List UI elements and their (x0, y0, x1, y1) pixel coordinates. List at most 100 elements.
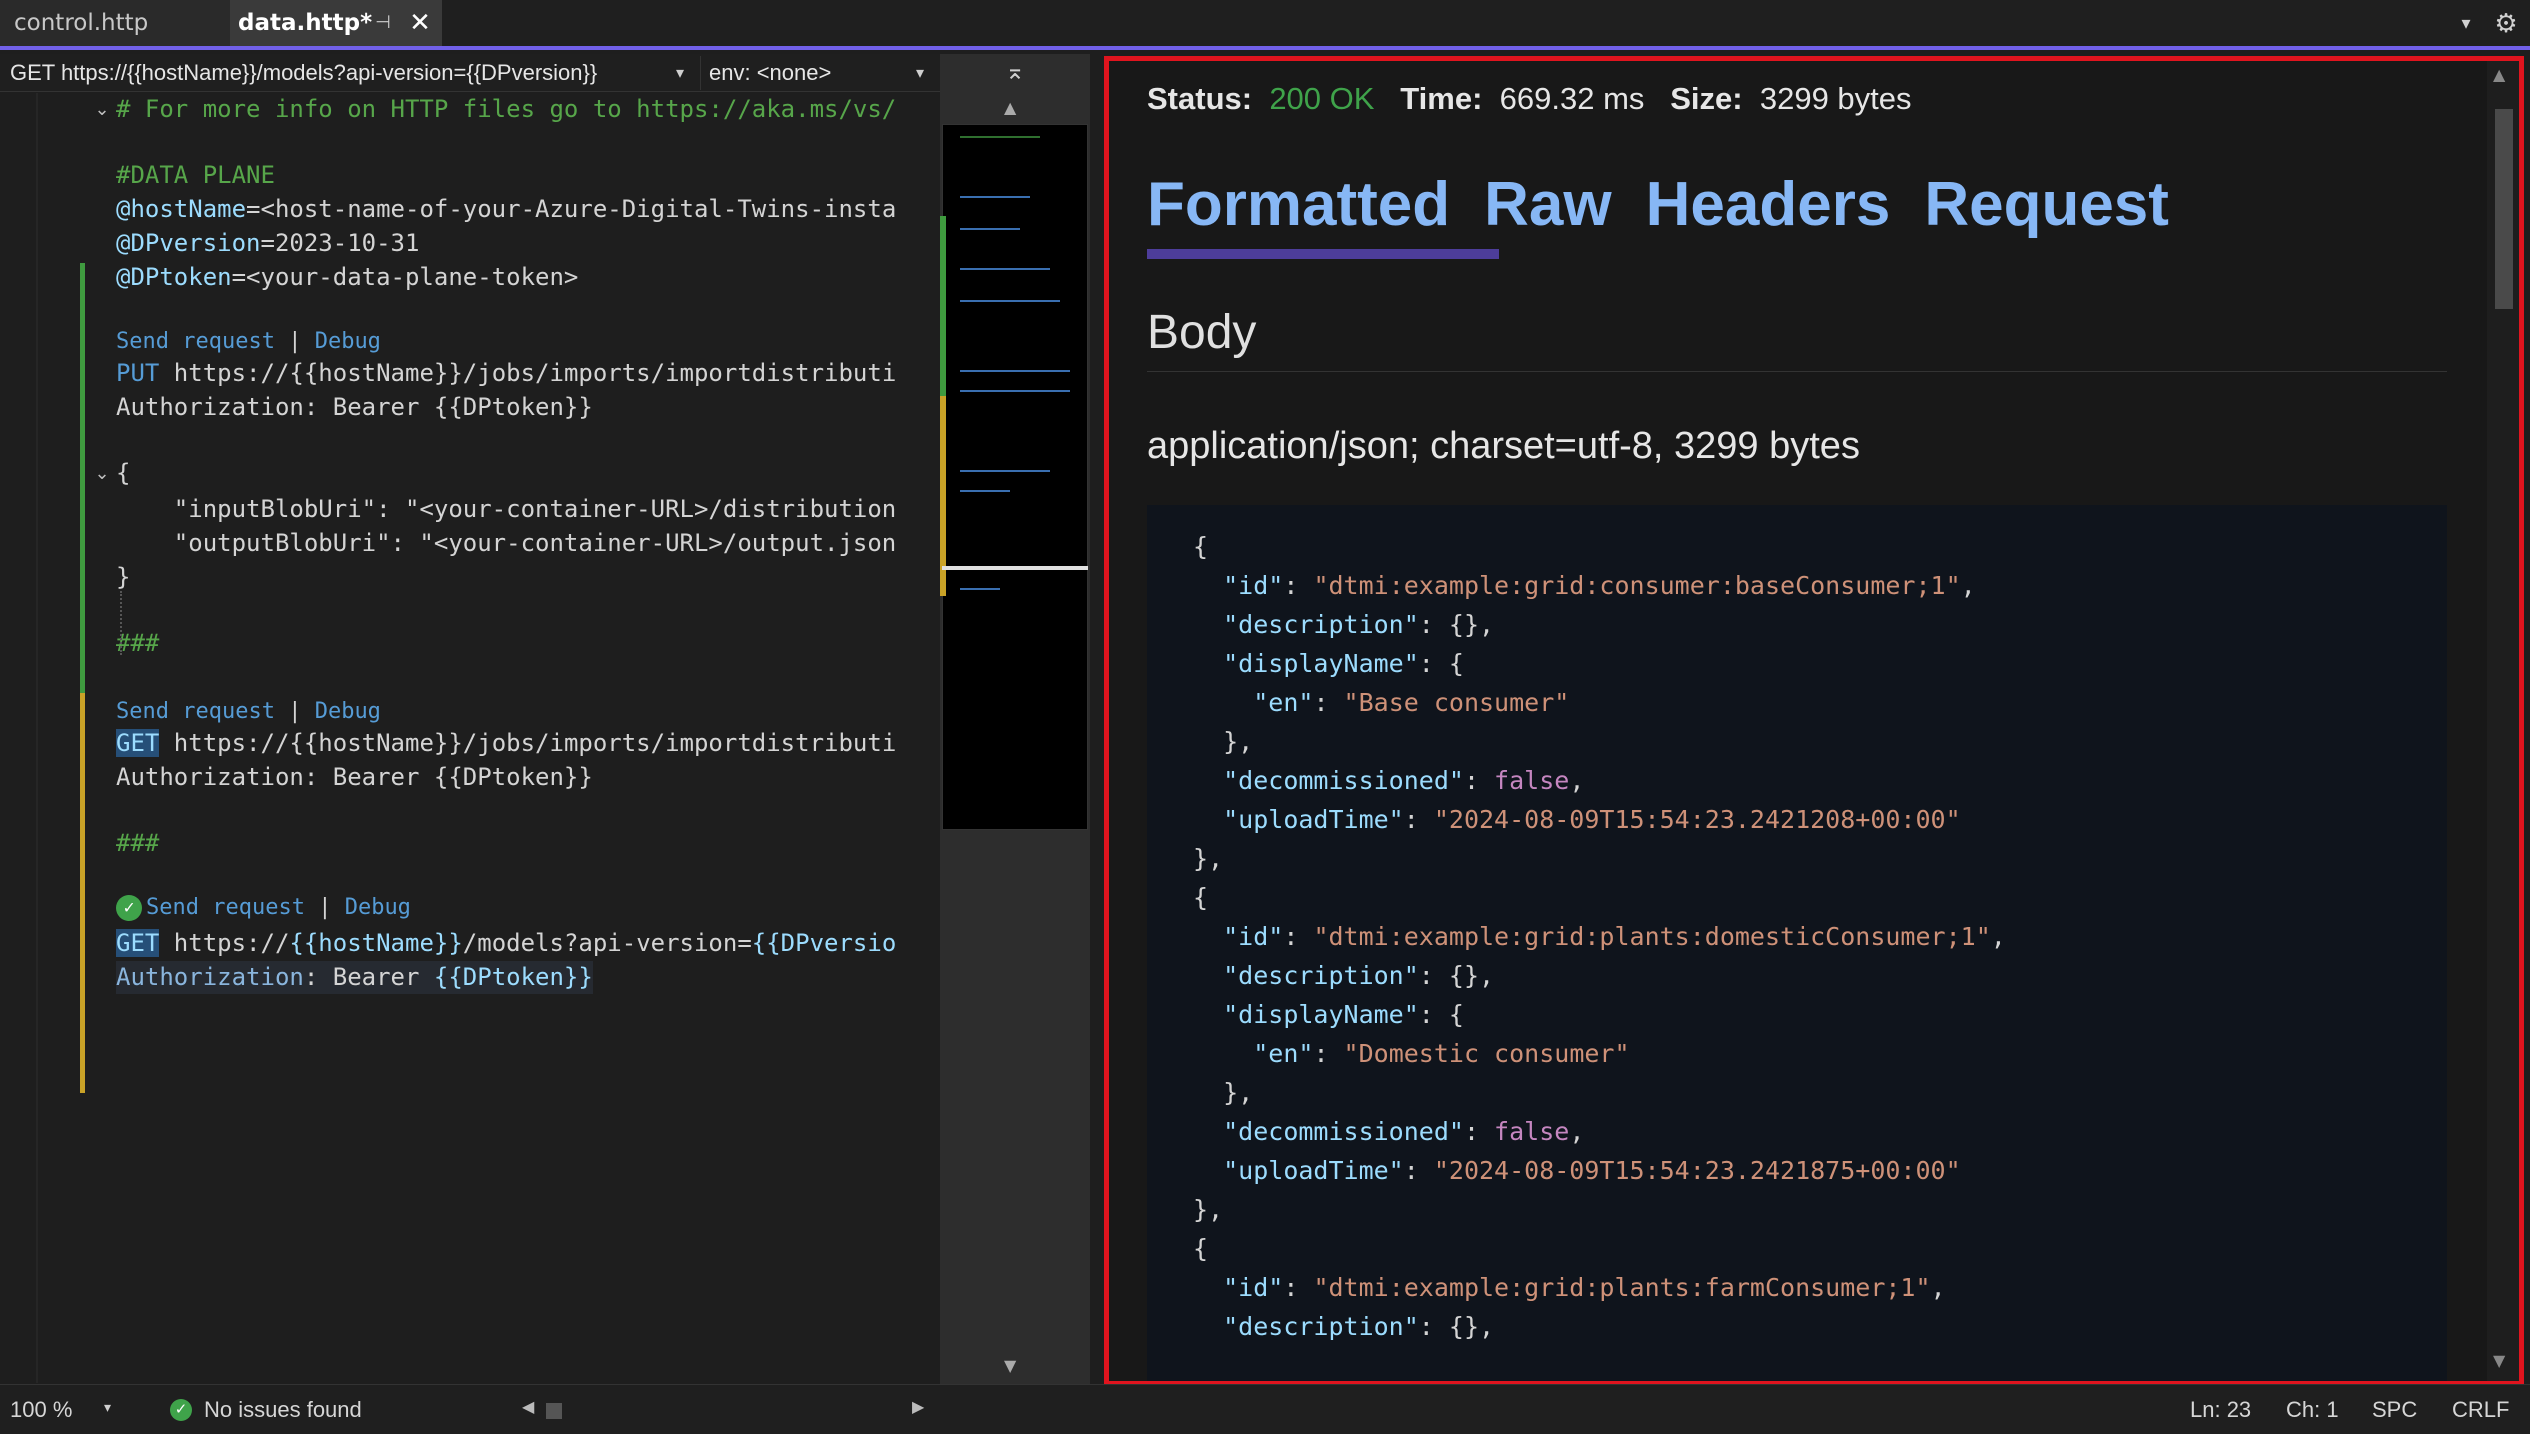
json-key: "id" (1223, 922, 1284, 951)
json-line: "id": "dtmi:example:grid:consumer:baseCo… (1223, 571, 1976, 600)
minimap-line (960, 490, 1010, 492)
horizontal-scrollbar-thumb[interactable] (546, 1403, 562, 1419)
gear-icon[interactable]: ⚙ (2492, 10, 2520, 38)
json-value: "2024-08-09T15:54:23.2421875+00:00" (1433, 1156, 1961, 1185)
code-line: Authorization: Bearer {{DPtoken}} (116, 393, 593, 421)
status-label: Status: (1147, 81, 1253, 116)
header-name: Authorization (116, 963, 304, 991)
tab-headers[interactable]: Headers (1646, 169, 1891, 240)
scroll-right-icon[interactable]: ▶ (912, 1397, 924, 1417)
tab-label: data.http* (238, 10, 373, 36)
json-value: "2024-08-09T15:54:23.2421208+00:00" (1433, 805, 1961, 834)
json-value: "Domestic consumer" (1343, 1039, 1630, 1068)
chevron-down-icon[interactable]: ▾ (2454, 12, 2478, 36)
json-key: "decommissioned" (1223, 1117, 1464, 1146)
document-tab-strip: control.http data.http* ⊣ ✕ ▾ ⚙ (0, 0, 2530, 50)
debug-link[interactable]: Debug (345, 895, 411, 920)
json-line: "uploadTime": "2024-08-09T15:54:23.24212… (1223, 805, 1961, 834)
json-line: "en": "Base consumer" (1253, 688, 1570, 717)
collapse-chevron-icon[interactable]: ⌄ (92, 457, 112, 490)
json-line: { (1193, 1234, 1209, 1263)
send-request-link[interactable]: Send request (116, 699, 275, 724)
scroll-up-icon[interactable]: ▲ (1004, 98, 1016, 117)
code-editor[interactable]: ⌄ # For more info on HTTP files go to ht… (0, 93, 940, 1383)
tab-formatted[interactable]: Formatted (1147, 169, 1450, 240)
column-number[interactable]: Ch: 1 (2286, 1397, 2339, 1423)
scroll-down-icon[interactable]: ▼ (1004, 1356, 1016, 1375)
json-line: "description": {}, (1223, 961, 1495, 990)
json-key: "id" (1223, 571, 1284, 600)
debug-link[interactable]: Debug (315, 699, 381, 724)
codelens: ✓ Send request | Debug (116, 893, 411, 923)
issues-text: No issues found (204, 1397, 362, 1422)
scroll-up-icon[interactable]: ▲ (2493, 65, 2505, 84)
json-value: {} (1448, 1312, 1479, 1341)
line-number[interactable]: Ln: 23 (2190, 1397, 2251, 1423)
code-line: ### (116, 829, 160, 857)
debug-link[interactable]: Debug (315, 329, 381, 354)
code-line: GET https://{{hostName}}/jobs/imports/im… (116, 727, 896, 760)
scroll-left-icon[interactable]: ◀ (522, 1397, 534, 1417)
code-line-current: Authorization: Bearer {{DPtoken}} (116, 961, 593, 994)
send-request-link[interactable]: Send request (116, 329, 275, 354)
tab-raw[interactable]: Raw (1484, 169, 1611, 240)
send-request-link[interactable]: Send request (146, 895, 305, 920)
status-bar: 100 % ▾ ✓ No issues found ◀ ▶ Ln: 23 Ch: … (0, 1384, 2530, 1434)
json-value: false (1494, 1117, 1570, 1146)
http-method: PUT (116, 359, 160, 387)
environment-selector-value: env: <none> (709, 60, 832, 85)
minimap-line (960, 390, 1070, 392)
variable-value: =<host-name-of-your-Azure-Digital-Twins-… (246, 195, 897, 223)
request-toolbar: GET https://{{hostName}}/models?api-vers… (0, 54, 940, 92)
request-selector[interactable]: GET https://{{hostName}}/models?api-vers… (0, 56, 700, 90)
request-url-part: /models?api-version= (462, 929, 752, 957)
line-ending[interactable]: CRLF (2452, 1397, 2509, 1423)
json-key: "description" (1223, 961, 1419, 990)
json-line: }, (1193, 1078, 1254, 1107)
http-method: GET (116, 929, 160, 957)
json-line: "description": {}, (1223, 1312, 1495, 1341)
json-value: "dtmi:example:grid:plants:farmConsumer;1… (1313, 1273, 1931, 1302)
time-label: Time: (1400, 81, 1483, 116)
code-line: # For more info on HTTP files go to http… (116, 95, 897, 123)
json-value: "dtmi:example:grid:plants:domesticConsum… (1313, 922, 1991, 951)
pin-icon[interactable]: ⊣ (372, 12, 394, 34)
close-icon[interactable]: ✕ (407, 10, 433, 36)
request-selector-value: GET https://{{hostName}}/models?api-vers… (10, 60, 598, 85)
tab-request[interactable]: Request (1924, 169, 2169, 240)
json-value: {} (1448, 610, 1479, 639)
json-key: "description" (1223, 1312, 1419, 1341)
code-line: ### (116, 629, 160, 657)
code-line: "inputBlobUri": "<your-container-URL>/di… (116, 495, 897, 523)
zoom-level[interactable]: 100 % (10, 1397, 72, 1423)
tab-control-http[interactable]: control.http (0, 0, 230, 46)
chevron-down-icon[interactable]: ▾ (916, 58, 924, 88)
check-circle-icon: ✓ (116, 895, 142, 921)
content-type: application/json; charset=utf-8, 3299 by… (1147, 425, 1860, 467)
size-label: Size: (1670, 81, 1743, 116)
code-line: GET https://{{hostName}}/models?api-vers… (116, 927, 896, 960)
minimap-change-marker (940, 216, 946, 406)
request-url: https://{{hostName}}/jobs/imports/import… (159, 729, 897, 757)
chevron-down-icon[interactable]: ▾ (676, 58, 684, 88)
json-key: "en" (1253, 688, 1314, 717)
minimap-viewport[interactable] (942, 566, 1088, 570)
http-method: GET (116, 729, 160, 757)
minimap-line (960, 588, 1000, 590)
codelens-separator: | (304, 895, 345, 920)
indentation-mode[interactable]: SPC (2372, 1397, 2417, 1423)
split-view-icon[interactable]: ⌅ (1000, 56, 1030, 86)
scroll-down-icon[interactable]: ▼ (2493, 1351, 2505, 1370)
response-panel: Status: 200 OK Time: 669.32 ms Size: 329… (1104, 56, 2524, 1386)
json-key: "id" (1223, 1273, 1284, 1302)
response-scrollbar-thumb[interactable] (2495, 109, 2513, 309)
json-key: "displayName" (1223, 1000, 1419, 1029)
request-url-variable: {{DPversio (751, 929, 897, 957)
environment-selector[interactable]: env: <none> (700, 56, 940, 90)
json-line: { (1193, 532, 1209, 561)
header-separator: : Bearer (303, 963, 434, 991)
issues-indicator[interactable]: ✓ No issues found (170, 1397, 362, 1423)
chevron-down-icon[interactable]: ▾ (104, 1399, 111, 1416)
code-line: #DATA PLANE (116, 161, 275, 189)
collapse-chevron-icon[interactable]: ⌄ (92, 93, 112, 126)
